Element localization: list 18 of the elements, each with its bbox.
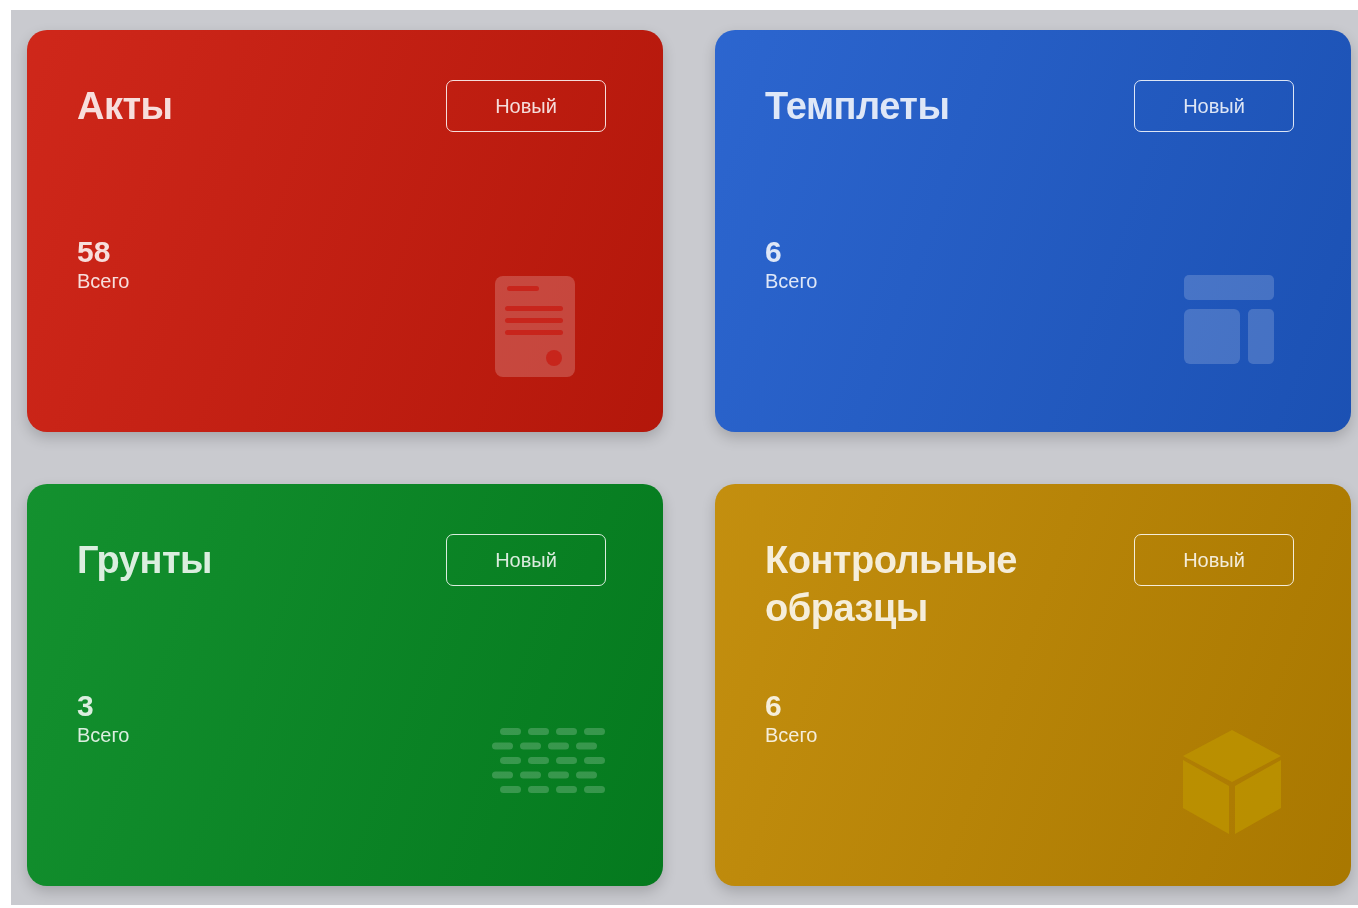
count-label: Всего (77, 269, 130, 293)
layout-icon (1184, 275, 1274, 365)
count-label: Всего (765, 723, 818, 747)
count: 6 (765, 235, 783, 269)
count: 6 (765, 689, 783, 723)
count-label: Всего (77, 723, 130, 747)
count: 58 (77, 235, 112, 269)
document-icon (495, 276, 575, 377)
new-button[interactable]: Новый (1134, 80, 1294, 132)
new-button[interactable]: Новый (446, 80, 606, 132)
card-title: Грунты (77, 538, 212, 583)
count-label: Всего (765, 269, 818, 293)
card-title: Контрольные образцы (765, 538, 1018, 631)
card-title: Темплеты (765, 84, 950, 129)
new-button[interactable]: Новый (446, 534, 606, 586)
new-button[interactable]: Новый (1134, 534, 1294, 586)
count: 3 (77, 689, 95, 723)
card-title: Акты (77, 84, 173, 129)
